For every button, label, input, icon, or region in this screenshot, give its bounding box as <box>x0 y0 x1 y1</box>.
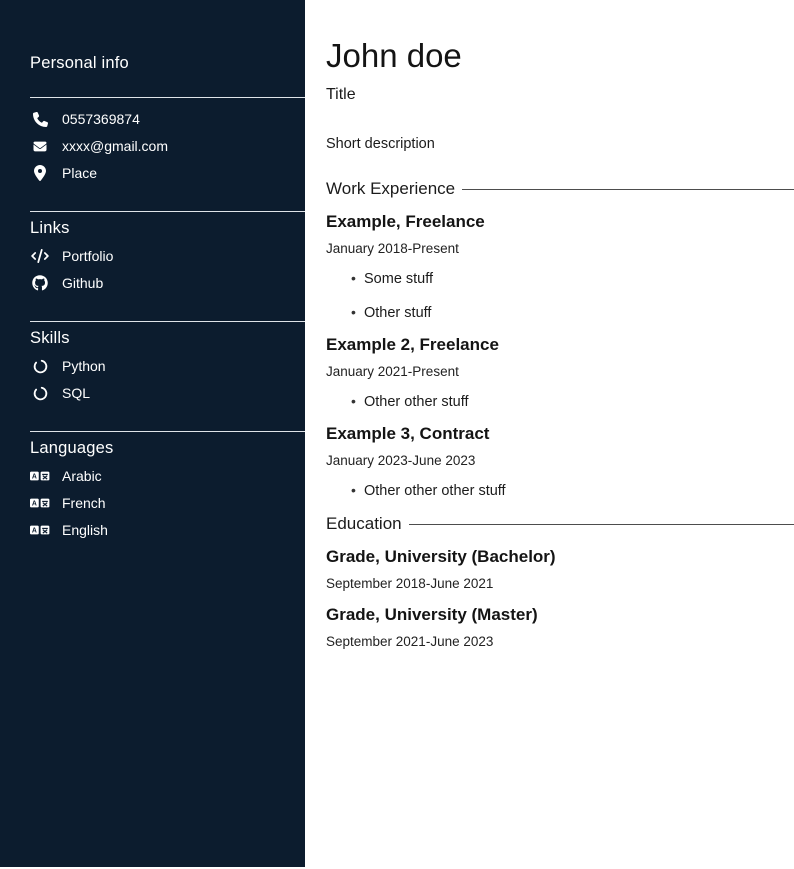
github-link-label: Github <box>62 274 103 293</box>
education-entry: Grade, University (Bachelor) September 2… <box>326 546 794 592</box>
degree-period: September 2018-June 2021 <box>326 576 794 592</box>
sidebar-divider <box>30 431 305 432</box>
contact-item-email: xxxx@gmail.com <box>30 136 275 156</box>
section-rule <box>409 524 794 525</box>
sidebar-divider <box>30 211 305 212</box>
portfolio-link-label: Portfolio <box>62 247 113 266</box>
bullet-item: Other stuff <box>364 305 794 322</box>
job-period: January 2018-Present <box>326 241 794 257</box>
language-label: English <box>62 521 108 540</box>
job-bullet-list: Other other stuff <box>326 394 794 411</box>
sidebar: Personal info 0557369874 xxxx@gmail.com … <box>0 0 305 867</box>
bullet-item: Other other stuff <box>364 394 794 411</box>
language-item-english: A English <box>30 520 275 540</box>
candidate-name: John doe <box>326 37 794 75</box>
job-title: Example, Freelance <box>326 211 794 232</box>
work-experience-heading: Work Experience <box>326 179 455 199</box>
work-entry: Example, Freelance January 2018-Present … <box>326 211 794 322</box>
skill-label: SQL <box>62 384 90 403</box>
skill-item-sql: SQL <box>30 383 275 403</box>
svg-text:A: A <box>32 501 37 508</box>
job-period: January 2021-Present <box>326 364 794 380</box>
sidebar-divider <box>30 97 305 98</box>
resume-page: Personal info 0557369874 xxxx@gmail.com … <box>0 0 794 869</box>
circle-notch-icon <box>30 386 50 401</box>
degree-period: September 2021-June 2023 <box>326 634 794 650</box>
work-entry: Example 3, Contract January 2023-June 20… <box>326 423 794 500</box>
bullet-item: Some stuff <box>364 271 794 288</box>
sidebar-divider <box>30 321 305 322</box>
language-icon: A <box>30 523 50 537</box>
github-icon <box>30 275 50 291</box>
degree-title: Grade, University (Master) <box>326 604 794 625</box>
languages-heading: Languages <box>30 439 275 457</box>
code-icon <box>30 249 50 263</box>
degree-title: Grade, University (Bachelor) <box>326 546 794 567</box>
language-icon: A <box>30 469 50 483</box>
work-entry: Example 2, Freelance January 2021-Presen… <box>326 334 794 411</box>
section-rule <box>462 189 794 190</box>
education-heading: Education <box>326 514 402 534</box>
short-description: Short description <box>326 136 794 153</box>
job-period: January 2023-June 2023 <box>326 453 794 469</box>
job-title: Example 2, Freelance <box>326 334 794 355</box>
email-address: xxxx@gmail.com <box>62 137 168 156</box>
candidate-title: Title <box>326 86 794 104</box>
language-item-arabic: A Arabic <box>30 466 275 486</box>
bullet-item: Other other other stuff <box>364 483 794 500</box>
resume-body: John doe Title Short description Work Ex… <box>305 0 794 869</box>
language-label: Arabic <box>62 467 102 486</box>
link-item-github[interactable]: Github <box>30 273 275 293</box>
personal-info-heading: Personal info <box>30 54 275 72</box>
language-label: French <box>62 494 106 513</box>
svg-text:A: A <box>32 474 37 481</box>
svg-text:A: A <box>32 528 37 535</box>
skill-label: Python <box>62 357 106 376</box>
language-icon: A <box>30 496 50 510</box>
skill-item-python: Python <box>30 356 275 376</box>
contact-item-phone: 0557369874 <box>30 109 275 129</box>
phone-number: 0557369874 <box>62 110 140 129</box>
education-entry: Grade, University (Master) September 202… <box>326 604 794 650</box>
skills-heading: Skills <box>30 329 275 347</box>
job-bullet-list: Other other other stuff <box>326 483 794 500</box>
phone-icon <box>30 112 50 127</box>
map-marker-icon <box>30 165 50 181</box>
job-title: Example 3, Contract <box>326 423 794 444</box>
contact-item-place: Place <box>30 163 275 183</box>
job-bullet-list: Some stuff Other stuff <box>326 271 794 322</box>
links-heading: Links <box>30 219 275 237</box>
education-header: Education <box>326 514 794 534</box>
link-item-portfolio[interactable]: Portfolio <box>30 246 275 266</box>
circle-notch-icon <box>30 359 50 374</box>
place-label: Place <box>62 164 97 183</box>
language-item-french: A French <box>30 493 275 513</box>
work-experience-header: Work Experience <box>326 179 794 199</box>
envelope-icon <box>30 140 50 153</box>
